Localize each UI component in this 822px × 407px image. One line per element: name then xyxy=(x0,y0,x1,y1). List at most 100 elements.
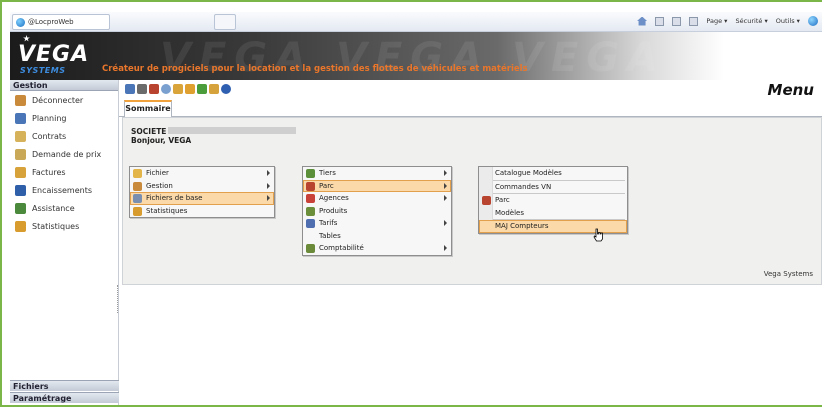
menu-item-label: Comptabilité xyxy=(319,244,364,253)
menu-main: Fichier Gestion Fichiers de base Statistiqu… xyxy=(129,166,275,218)
sidebar-item-label: Statistiques xyxy=(32,221,80,231)
menu1-item-fichiers-de-base[interactable]: Fichiers de base xyxy=(130,192,274,205)
menu-item-label: MAJ Compteurs xyxy=(495,222,549,231)
vega-logo-sub: SYSTEMS xyxy=(20,66,66,75)
menu2-item-produits[interactable]: Produits xyxy=(303,205,451,218)
sidebar-item-deconnecter[interactable]: Déconnecter xyxy=(10,91,118,109)
menu-item-label: Modèles xyxy=(495,208,524,217)
sidebar-item-factures[interactable]: Factures xyxy=(10,163,118,181)
sidebar-footer-parametrage[interactable]: Paramétrage xyxy=(10,392,119,403)
search-icon[interactable] xyxy=(161,84,171,94)
menu3-item-commandes-vn[interactable]: Commandes VN xyxy=(479,181,627,194)
menu-item-label: Tables xyxy=(319,231,341,240)
menu-item-label: Parc xyxy=(319,181,334,190)
sidebar-item-label: Encaissements xyxy=(32,185,92,195)
menu2-item-tables[interactable]: Tables xyxy=(303,230,451,243)
sidebar-item-label: Assistance xyxy=(32,203,75,213)
menu3-item-catalogue-modeles[interactable]: Catalogue Modèles xyxy=(479,167,627,180)
folder-icon xyxy=(133,169,142,178)
menu-parc: Catalogue Modèles Commandes VN Parc Modèles… xyxy=(478,166,628,234)
sidebar-footer-fichiers[interactable]: Fichiers xyxy=(10,380,119,391)
sidebar-item-assistance[interactable]: Assistance xyxy=(10,199,118,217)
greeting-text: Bonjour, VEGA xyxy=(131,136,192,145)
submenu-arrow-icon xyxy=(267,195,270,201)
browser-tab-title: @LocproWeb xyxy=(28,18,74,26)
page-title: Menu xyxy=(767,81,814,99)
submenu-arrow-icon xyxy=(444,220,447,226)
price-icon xyxy=(306,219,315,228)
page-menu-button[interactable]: Page ▾ xyxy=(706,17,727,25)
check-icon[interactable] xyxy=(197,84,207,94)
main-area: Menu Sommaire SOCIETE Bonjour, VEGA Vega… xyxy=(119,80,822,405)
sidebar-item-planning[interactable]: Planning xyxy=(10,109,118,127)
gestion-icon xyxy=(133,181,142,191)
browser-window: @LocproWeb Page ▾ Sécurité ▾ Outils ▾ VE… xyxy=(10,12,822,405)
menu-item-label: Tiers xyxy=(319,169,336,178)
hand-cursor-icon xyxy=(593,228,603,242)
menu3-item-modeles[interactable]: Modèles xyxy=(479,207,627,220)
invoice-icon xyxy=(15,166,26,178)
security-menu-button[interactable]: Sécurité ▾ xyxy=(736,17,768,25)
menu2-item-agences[interactable]: Agences xyxy=(303,192,451,205)
money-icon xyxy=(15,184,26,196)
submenu-arrow-icon xyxy=(267,170,270,176)
societe-value-redacted xyxy=(168,127,296,134)
menu-item-label: Tarifs xyxy=(319,219,338,228)
car-icon xyxy=(306,181,315,191)
stats-icon xyxy=(133,206,142,216)
globe-icon[interactable] xyxy=(808,16,818,26)
product-icon xyxy=(306,206,315,216)
quote-icon xyxy=(15,148,26,160)
menu-item-label: Agences xyxy=(319,194,349,203)
sidebar-item-label: Contrats xyxy=(32,131,67,141)
menu1-item-gestion[interactable]: Gestion xyxy=(130,180,274,193)
menu2-item-tiers[interactable]: Tiers xyxy=(303,167,451,180)
menu-item-label: Statistiques xyxy=(146,206,188,215)
tab-sommaire[interactable]: Sommaire xyxy=(124,100,172,117)
footer-brand: Vega Systems xyxy=(763,270,813,278)
print-icon[interactable] xyxy=(689,16,699,26)
submenu-arrow-icon xyxy=(444,195,447,201)
sidebar-item-demande-de-prix[interactable]: Demande de prix xyxy=(10,145,118,163)
home-icon[interactable] xyxy=(637,16,648,26)
menu1-item-fichier[interactable]: Fichier xyxy=(130,167,274,180)
browser-command-bar: Page ▾ Sécurité ▾ Outils ▾ xyxy=(631,16,818,28)
sidebar-item-contrats[interactable]: Contrats xyxy=(10,127,118,145)
menu2-item-comptabilite[interactable]: Comptabilité xyxy=(303,242,451,255)
app-banner: VEGA VEGA VEGA VEGA SYSTEMS Créateur de … xyxy=(10,32,822,80)
banner-tagline: Créateur de progiciels pour la location … xyxy=(102,64,528,74)
browser-toolbar: @LocproWeb Page ▾ Sécurité ▾ Outils ▾ xyxy=(10,12,822,32)
planning-icon[interactable] xyxy=(125,84,135,94)
sidebar-item-statistiques[interactable]: Statistiques xyxy=(10,217,118,235)
sidebar-item-label: Planning xyxy=(32,113,67,123)
sidebar-item-label: Factures xyxy=(32,167,66,177)
browser-tab[interactable]: @LocproWeb xyxy=(12,14,110,30)
menu-item-label: Gestion xyxy=(146,181,173,190)
menu3-item-maj-compteurs[interactable]: MAJ Compteurs xyxy=(479,220,627,233)
tools-menu-button[interactable]: Outils ▾ xyxy=(776,17,800,25)
menu1-item-statistiques[interactable]: Statistiques xyxy=(130,205,274,218)
feeds-icon[interactable] xyxy=(655,16,665,26)
help-icon[interactable] xyxy=(221,84,231,94)
tab-bar: Sommaire xyxy=(119,100,822,117)
sidebar-item-encaissements[interactable]: Encaissements xyxy=(10,181,118,199)
contract-icon xyxy=(15,130,26,142)
menu3-item-parc[interactable]: Parc xyxy=(479,194,627,207)
vega-logo: VEGA xyxy=(18,42,90,67)
new-tab-button[interactable] xyxy=(214,14,236,30)
menu2-item-tarifs[interactable]: Tarifs xyxy=(303,217,451,230)
submenu-arrow-icon xyxy=(444,182,447,189)
sidebar-header-gestion[interactable]: Gestion xyxy=(10,80,118,91)
mail-icon[interactable] xyxy=(672,16,682,26)
car-icon[interactable] xyxy=(149,84,159,94)
menu-item-label: Parc xyxy=(495,196,510,205)
submenu-arrow-icon xyxy=(444,245,447,251)
user-icon[interactable] xyxy=(185,84,195,94)
sidebar-item-label: Déconnecter xyxy=(32,95,84,105)
document-icon[interactable] xyxy=(209,84,219,94)
menu-item-label: Produits xyxy=(319,206,348,215)
menu2-item-parc[interactable]: Parc xyxy=(303,179,451,192)
societe-label: SOCIETE xyxy=(131,127,167,136)
chat-icon[interactable] xyxy=(173,84,183,94)
tools-icon[interactable] xyxy=(137,84,147,94)
